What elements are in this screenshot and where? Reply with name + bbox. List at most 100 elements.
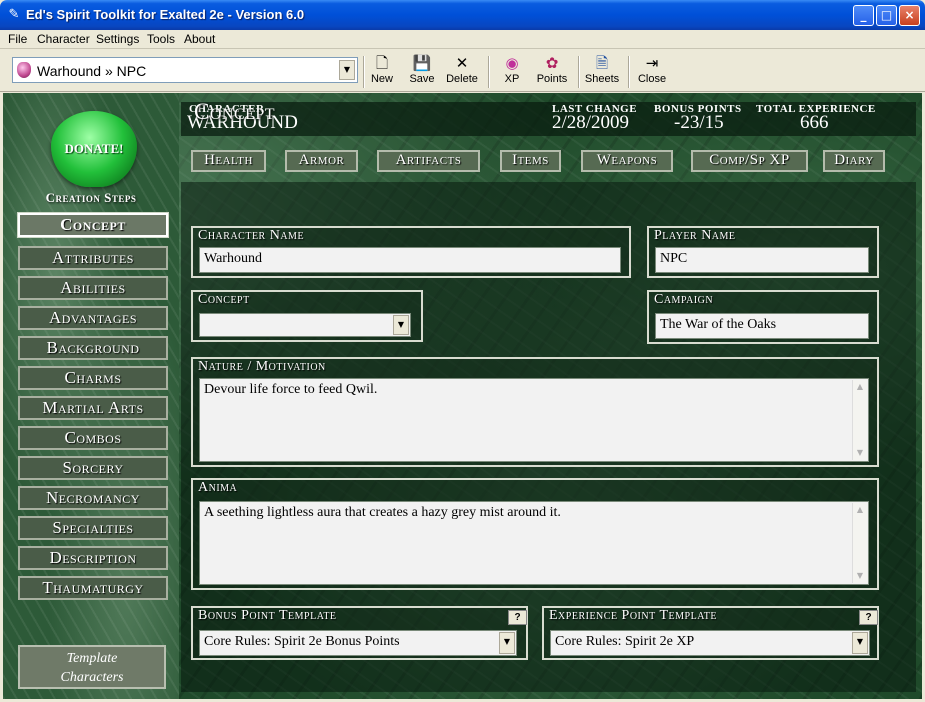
chevron-down-icon[interactable]: ▼	[852, 632, 868, 654]
bonus-points-value: -23/15	[674, 112, 724, 133]
delete-x-icon: ✕	[455, 54, 469, 72]
step-background[interactable]: Background	[18, 336, 168, 360]
toolbar: Warhound » NPC ▼ 🗋 New 💾 Save ✕ Delete ◉…	[0, 50, 925, 92]
save-disk-icon: 💾	[412, 54, 432, 72]
points-icon: ✿	[545, 54, 559, 72]
xp-button[interactable]: ◉ XP	[498, 53, 526, 91]
menu-settings[interactable]: Settings	[96, 32, 139, 46]
nature-motivation-textarea[interactable]: Devour life force to feed Qwil. ▲ ▼	[199, 378, 869, 462]
chevron-down-icon[interactable]: ▼	[393, 315, 409, 335]
anima-textarea[interactable]: A seething lightless aura that creates a…	[199, 501, 869, 585]
character-name-panel: Character Name Warhound	[191, 226, 631, 278]
step-necromancy[interactable]: Necromancy	[18, 486, 168, 510]
donate-label: DONATE!	[64, 141, 124, 156]
concept-panel: Concept ▼	[191, 290, 423, 342]
tab-diary[interactable]: Diary	[823, 150, 885, 172]
experience-point-template-value: Core Rules: Spirit 2e XP	[555, 634, 695, 649]
chevron-down-icon[interactable]: ▼	[499, 632, 515, 654]
scroll-up-icon[interactable]: ▲	[853, 380, 867, 394]
bonus-template-help-button[interactable]: ?	[508, 610, 527, 625]
menu-character[interactable]: Character	[37, 32, 90, 46]
anima-scrollbar[interactable]: ▲ ▼	[852, 503, 867, 583]
maximize-button[interactable]: □	[876, 5, 897, 26]
bonus-point-template-label: Bonus Point Template	[198, 608, 337, 623]
tab-weapons[interactable]: Weapons	[581, 150, 673, 172]
chevron-down-icon[interactable]: ▼	[339, 60, 355, 80]
character-header: CHARACTER WARHOUND LAST CHANGE 2/28/2009…	[181, 102, 916, 136]
menu-bar: File Character Settings Tools About	[0, 30, 925, 49]
gem-icon	[17, 62, 31, 78]
tab-artifacts[interactable]: Artifacts	[377, 150, 480, 172]
nature-motivation-value: Devour life force to feed Qwil.	[204, 382, 378, 397]
close-door-icon: ⇥	[645, 54, 659, 72]
step-description[interactable]: Description	[18, 546, 168, 570]
sidebar: DONATE! Creation Steps Concept Attribute…	[3, 93, 179, 699]
menu-about[interactable]: About	[184, 32, 215, 46]
toolbar-separator	[488, 56, 490, 88]
save-button-label: Save	[409, 73, 435, 85]
sheets-button-label: Sheets	[584, 73, 620, 85]
concept-label: Concept	[198, 292, 250, 307]
menu-file[interactable]: File	[8, 32, 27, 46]
sheets-icon: 🗎	[595, 54, 609, 72]
delete-button[interactable]: ✕ Delete	[444, 53, 480, 91]
step-martial-arts[interactable]: Martial Arts	[18, 396, 168, 420]
player-name-input[interactable]: NPC	[655, 247, 869, 273]
sheets-button[interactable]: 🗎 Sheets	[584, 53, 620, 91]
close-button-label: Close	[637, 73, 667, 85]
campaign-input[interactable]: The War of the Oaks	[655, 313, 869, 339]
step-combos[interactable]: Combos	[18, 426, 168, 450]
player-name-label: Player Name	[654, 228, 736, 243]
campaign-panel: Campaign The War of the Oaks	[647, 290, 879, 344]
bonus-point-template-select[interactable]: Core Rules: Spirit 2e Bonus Points ▼	[199, 630, 517, 656]
step-thaumaturgy[interactable]: Thaumaturgy	[18, 576, 168, 600]
tab-items[interactable]: Items	[500, 150, 561, 172]
toolbar-separator	[578, 56, 580, 88]
step-charms[interactable]: Charms	[18, 366, 168, 390]
title-bar: ✎ Ed's Spirit Toolkit for Exalted 2e - V…	[0, 0, 925, 30]
donate-button[interactable]: DONATE!	[51, 111, 137, 187]
total-experience-value: 666	[800, 112, 829, 133]
campaign-label: Campaign	[654, 292, 714, 307]
character-name-label: Character Name	[198, 228, 305, 243]
template-characters-button[interactable]: Template Characters	[18, 645, 166, 689]
save-button[interactable]: 💾 Save	[406, 53, 438, 91]
points-button-label: Points	[536, 73, 568, 85]
menu-tools[interactable]: Tools	[147, 32, 175, 46]
experience-point-template-panel: Experience Point Template ? Core Rules: …	[542, 606, 879, 660]
nature-scrollbar[interactable]: ▲ ▼	[852, 380, 867, 460]
close-window-button[interactable]: ×	[899, 5, 920, 26]
template-characters-line1: Template	[66, 651, 118, 666]
new-button[interactable]: 🗋 New	[368, 53, 396, 91]
tab-armor[interactable]: Armor	[285, 150, 358, 172]
tab-health[interactable]: Health	[191, 150, 266, 172]
points-button[interactable]: ✿ Points	[534, 53, 570, 91]
character-select[interactable]: Warhound » NPC ▼	[12, 57, 358, 83]
scroll-down-icon[interactable]: ▼	[853, 446, 867, 460]
step-specialties[interactable]: Specialties	[18, 516, 168, 540]
step-concept[interactable]: Concept	[17, 212, 169, 238]
tab-comp-sp-xp[interactable]: Comp/Sp XP	[691, 150, 808, 172]
step-advantages[interactable]: Advantages	[18, 306, 168, 330]
anima-panel: Anima A seething lightless aura that cre…	[191, 478, 879, 590]
minimize-button[interactable]: _	[853, 5, 874, 26]
bonus-point-template-panel: Bonus Point Template ? Core Rules: Spiri…	[191, 606, 528, 660]
character-name-input[interactable]: Warhound	[199, 247, 621, 273]
delete-button-label: Delete	[446, 73, 478, 85]
anima-label: Anima	[198, 480, 238, 495]
anima-value: A seething lightless aura that creates a…	[204, 505, 561, 520]
concept-select[interactable]: ▼	[199, 313, 411, 337]
toolbar-separator	[628, 56, 630, 88]
scroll-down-icon[interactable]: ▼	[853, 569, 867, 583]
bonus-point-template-value: Core Rules: Spirit 2e Bonus Points	[204, 634, 400, 649]
step-abilities[interactable]: Abilities	[18, 276, 168, 300]
xp-orb-icon: ◉	[505, 54, 519, 72]
step-attributes[interactable]: Attributes	[18, 246, 168, 270]
toolbar-separator	[363, 56, 365, 88]
xp-button-label: XP	[504, 73, 520, 85]
close-button[interactable]: ⇥ Close	[636, 53, 668, 91]
xp-template-help-button[interactable]: ?	[859, 610, 878, 625]
scroll-up-icon[interactable]: ▲	[853, 503, 867, 517]
experience-point-template-select[interactable]: Core Rules: Spirit 2e XP ▼	[550, 630, 870, 656]
step-sorcery[interactable]: Sorcery	[18, 456, 168, 480]
